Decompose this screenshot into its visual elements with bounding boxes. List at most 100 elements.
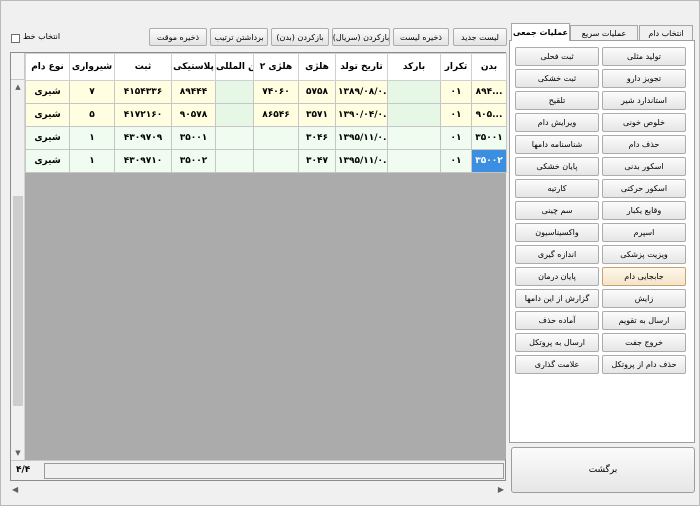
col-header-body[interactable]: بدن (471, 53, 507, 81)
col-header-international[interactable]: بین المللی (215, 53, 254, 81)
cell-plastic[interactable]: ۳۵۰۰۱ (171, 126, 216, 150)
back-button[interactable]: برگشت (511, 447, 695, 493)
open-serial-button[interactable]: بازکردن (سریال) (332, 28, 390, 46)
cell-international[interactable] (215, 149, 254, 173)
cell-plastic[interactable]: ۹۰۵۷۸ (171, 103, 216, 127)
cell-type[interactable]: شیری (25, 103, 70, 127)
cell-holstein[interactable]: ۵۷۵۸ (298, 80, 336, 104)
temp-save-button[interactable]: ذخیره موقت (149, 28, 207, 46)
cell-barcode[interactable] (387, 149, 441, 173)
select-line-checkbox[interactable] (11, 34, 20, 43)
cell-international[interactable] (215, 103, 254, 127)
cell-type[interactable]: شیری (25, 149, 70, 173)
cell-registration[interactable]: ۴۱۷۲۱۶۰ (114, 103, 172, 127)
tab-group-operations[interactable]: عملیات جمعی (511, 23, 570, 41)
marking-button[interactable]: علامت گذاری (515, 355, 599, 374)
cell-body[interactable]: ۹۰۵... (471, 103, 507, 127)
cell-repeat[interactable]: ۰۱ (440, 126, 472, 150)
breeding-button[interactable]: تولید مثلی (602, 47, 686, 66)
cell-milking[interactable]: ۵ (69, 103, 115, 127)
cell-holstein[interactable]: ۳۰۴۷ (298, 149, 336, 173)
cardex-button[interactable]: کارتیه (515, 179, 599, 198)
table-row[interactable]: شیری ۷ ۴۱۵۴۳۳۶ ۸۹۴۴۴ ۷۴۰۶۰ ۵۷۵۸ ۱۳۸۹/۰۸/… (25, 80, 507, 104)
horizontal-scrollbar[interactable]: ◀ ▶ (10, 483, 506, 497)
cell-international[interactable] (215, 80, 254, 104)
delete-animal-button[interactable]: حذف دام (602, 135, 686, 154)
cell-barcode[interactable] (387, 126, 441, 150)
send-to-protocol-button[interactable]: ارسال به پروتکل (515, 333, 599, 352)
col-header-type[interactable]: نوع دام (25, 53, 70, 81)
scroll-up-icon[interactable]: ▲ (11, 80, 25, 94)
col-header-holstein[interactable]: هلژی (298, 53, 336, 81)
scroll-thumb[interactable] (13, 196, 23, 406)
col-header-birthdate[interactable]: تاریخ تولد (335, 53, 388, 81)
remove-from-protocol-button[interactable]: حذف دام از پروتکل (602, 355, 686, 374)
edit-animal-button[interactable]: ویرایش دام (515, 113, 599, 132)
cell-plastic[interactable]: ۳۵۰۰۲ (171, 149, 216, 173)
cell-holstein[interactable]: ۳۵۷۱ (298, 103, 336, 127)
cell-body[interactable]: ۸۹۴... (471, 80, 507, 104)
col-header-repeat[interactable]: تکرار (440, 53, 472, 81)
hoof-trimming-button[interactable]: سم چینی (515, 201, 599, 220)
cell-birthdate[interactable]: ۱۳۹۵/۱۱/۰... (335, 149, 388, 173)
sperm-button[interactable]: اسپرم (602, 223, 686, 242)
record-heat-button[interactable]: ثبت فحلی (515, 47, 599, 66)
cell-holstein2[interactable] (253, 126, 299, 150)
placenta-exit-button[interactable]: خروج جفت (602, 333, 686, 352)
cell-barcode[interactable] (387, 103, 441, 127)
record-dry-button[interactable]: ثبت خشکی (515, 69, 599, 88)
cell-body[interactable]: ۳۵۰۰۱ (471, 126, 507, 150)
cell-registration[interactable]: ۴۳۰۹۷۱۰ (114, 149, 172, 173)
cell-milking[interactable]: ۱ (69, 126, 115, 150)
cell-international[interactable] (215, 126, 254, 150)
blood-purity-button[interactable]: خلوص خونی (602, 113, 686, 132)
report-these-animals-button[interactable]: گزارش از این دامها (515, 289, 599, 308)
table-row[interactable]: شیری ۱ ۴۳۰۹۷۰۹ ۳۵۰۰۱ ۳۰۴۶ ۱۳۹۵/۱۱/۰... ۰… (25, 126, 507, 150)
body-score-button[interactable]: اسکور بدنی (602, 157, 686, 176)
move-animal-button[interactable]: جابجایی دام (602, 267, 686, 286)
ready-to-cull-button[interactable]: آماده حذف (515, 311, 599, 330)
medical-visit-button[interactable]: ویزیت پزشکی (602, 245, 686, 264)
cell-type[interactable]: شیری (25, 80, 70, 104)
cell-birthdate[interactable]: ۱۳۸۹/۰۸/۰... (335, 80, 388, 104)
save-list-button[interactable]: ذخیره لیست (393, 28, 449, 46)
table-row[interactable]: شیری ۵ ۴۱۷۲۱۶۰ ۹۰۵۷۸ ۸۶۵۴۶ ۳۵۷۱ ۱۳۹۰/۰۴/… (25, 103, 507, 127)
remove-order-button[interactable]: برداشتن ترتیب (210, 28, 268, 46)
cell-birthdate[interactable]: ۱۳۹۵/۱۱/۰... (335, 126, 388, 150)
cell-registration[interactable]: ۴۱۵۴۳۳۶ (114, 80, 172, 104)
locomotion-score-button[interactable]: اسکور حرکتی (602, 179, 686, 198)
tab-quick-operations[interactable]: عملیات سریع (570, 25, 638, 41)
cell-holstein2[interactable] (253, 149, 299, 173)
cell-holstein[interactable]: ۳۰۴۶ (298, 126, 336, 150)
animal-id-cards-button[interactable]: شناسنامه دامها (515, 135, 599, 154)
col-header-milking[interactable]: شیرواری (69, 53, 115, 81)
milk-standard-button[interactable]: استاندارد شیر (602, 91, 686, 110)
col-header-barcode[interactable]: بارکد (387, 53, 441, 81)
end-treatment-button[interactable]: پایان درمان (515, 267, 599, 286)
col-header-registration[interactable]: ثبت (114, 53, 172, 81)
measurement-button[interactable]: اندازه گیری (515, 245, 599, 264)
col-header-holstein2[interactable]: هلژی ۲ (253, 53, 299, 81)
cell-repeat[interactable]: ۰۱ (440, 103, 472, 127)
col-header-plastic[interactable]: پلاستیکی (171, 53, 216, 81)
cell-body-selected[interactable]: ۳۵۰۰۲ (471, 149, 507, 173)
open-body-button[interactable]: بازکردن (بدن) (271, 28, 329, 46)
cell-plastic[interactable]: ۸۹۴۴۴ (171, 80, 216, 104)
scroll-down-icon[interactable]: ▼ (11, 446, 25, 460)
end-dry-button[interactable]: پایان خشکی (515, 157, 599, 176)
cell-registration[interactable]: ۴۳۰۹۷۰۹ (114, 126, 172, 150)
cell-repeat[interactable]: ۰۱ (440, 80, 472, 104)
vertical-scrollbar[interactable]: ▲ ▼ (11, 80, 25, 460)
cell-birthdate[interactable]: ۱۳۹۰/۰۴/۰... (335, 103, 388, 127)
cell-holstein2[interactable]: ۷۴۰۶۰ (253, 80, 299, 104)
cell-barcode[interactable] (387, 80, 441, 104)
scroll-right-icon[interactable]: ▶ (498, 485, 504, 494)
new-list-button[interactable]: لیست جدید (453, 28, 507, 46)
prescribe-drug-button[interactable]: تجویز دارو (602, 69, 686, 88)
cell-type[interactable]: شیری (25, 126, 70, 150)
cell-milking[interactable]: ۷ (69, 80, 115, 104)
calving-button[interactable]: زایش (602, 289, 686, 308)
scroll-left-icon[interactable]: ◀ (12, 485, 18, 494)
vaccination-button[interactable]: واکسیناسیون (515, 223, 599, 242)
cell-holstein2[interactable]: ۸۶۵۴۶ (253, 103, 299, 127)
